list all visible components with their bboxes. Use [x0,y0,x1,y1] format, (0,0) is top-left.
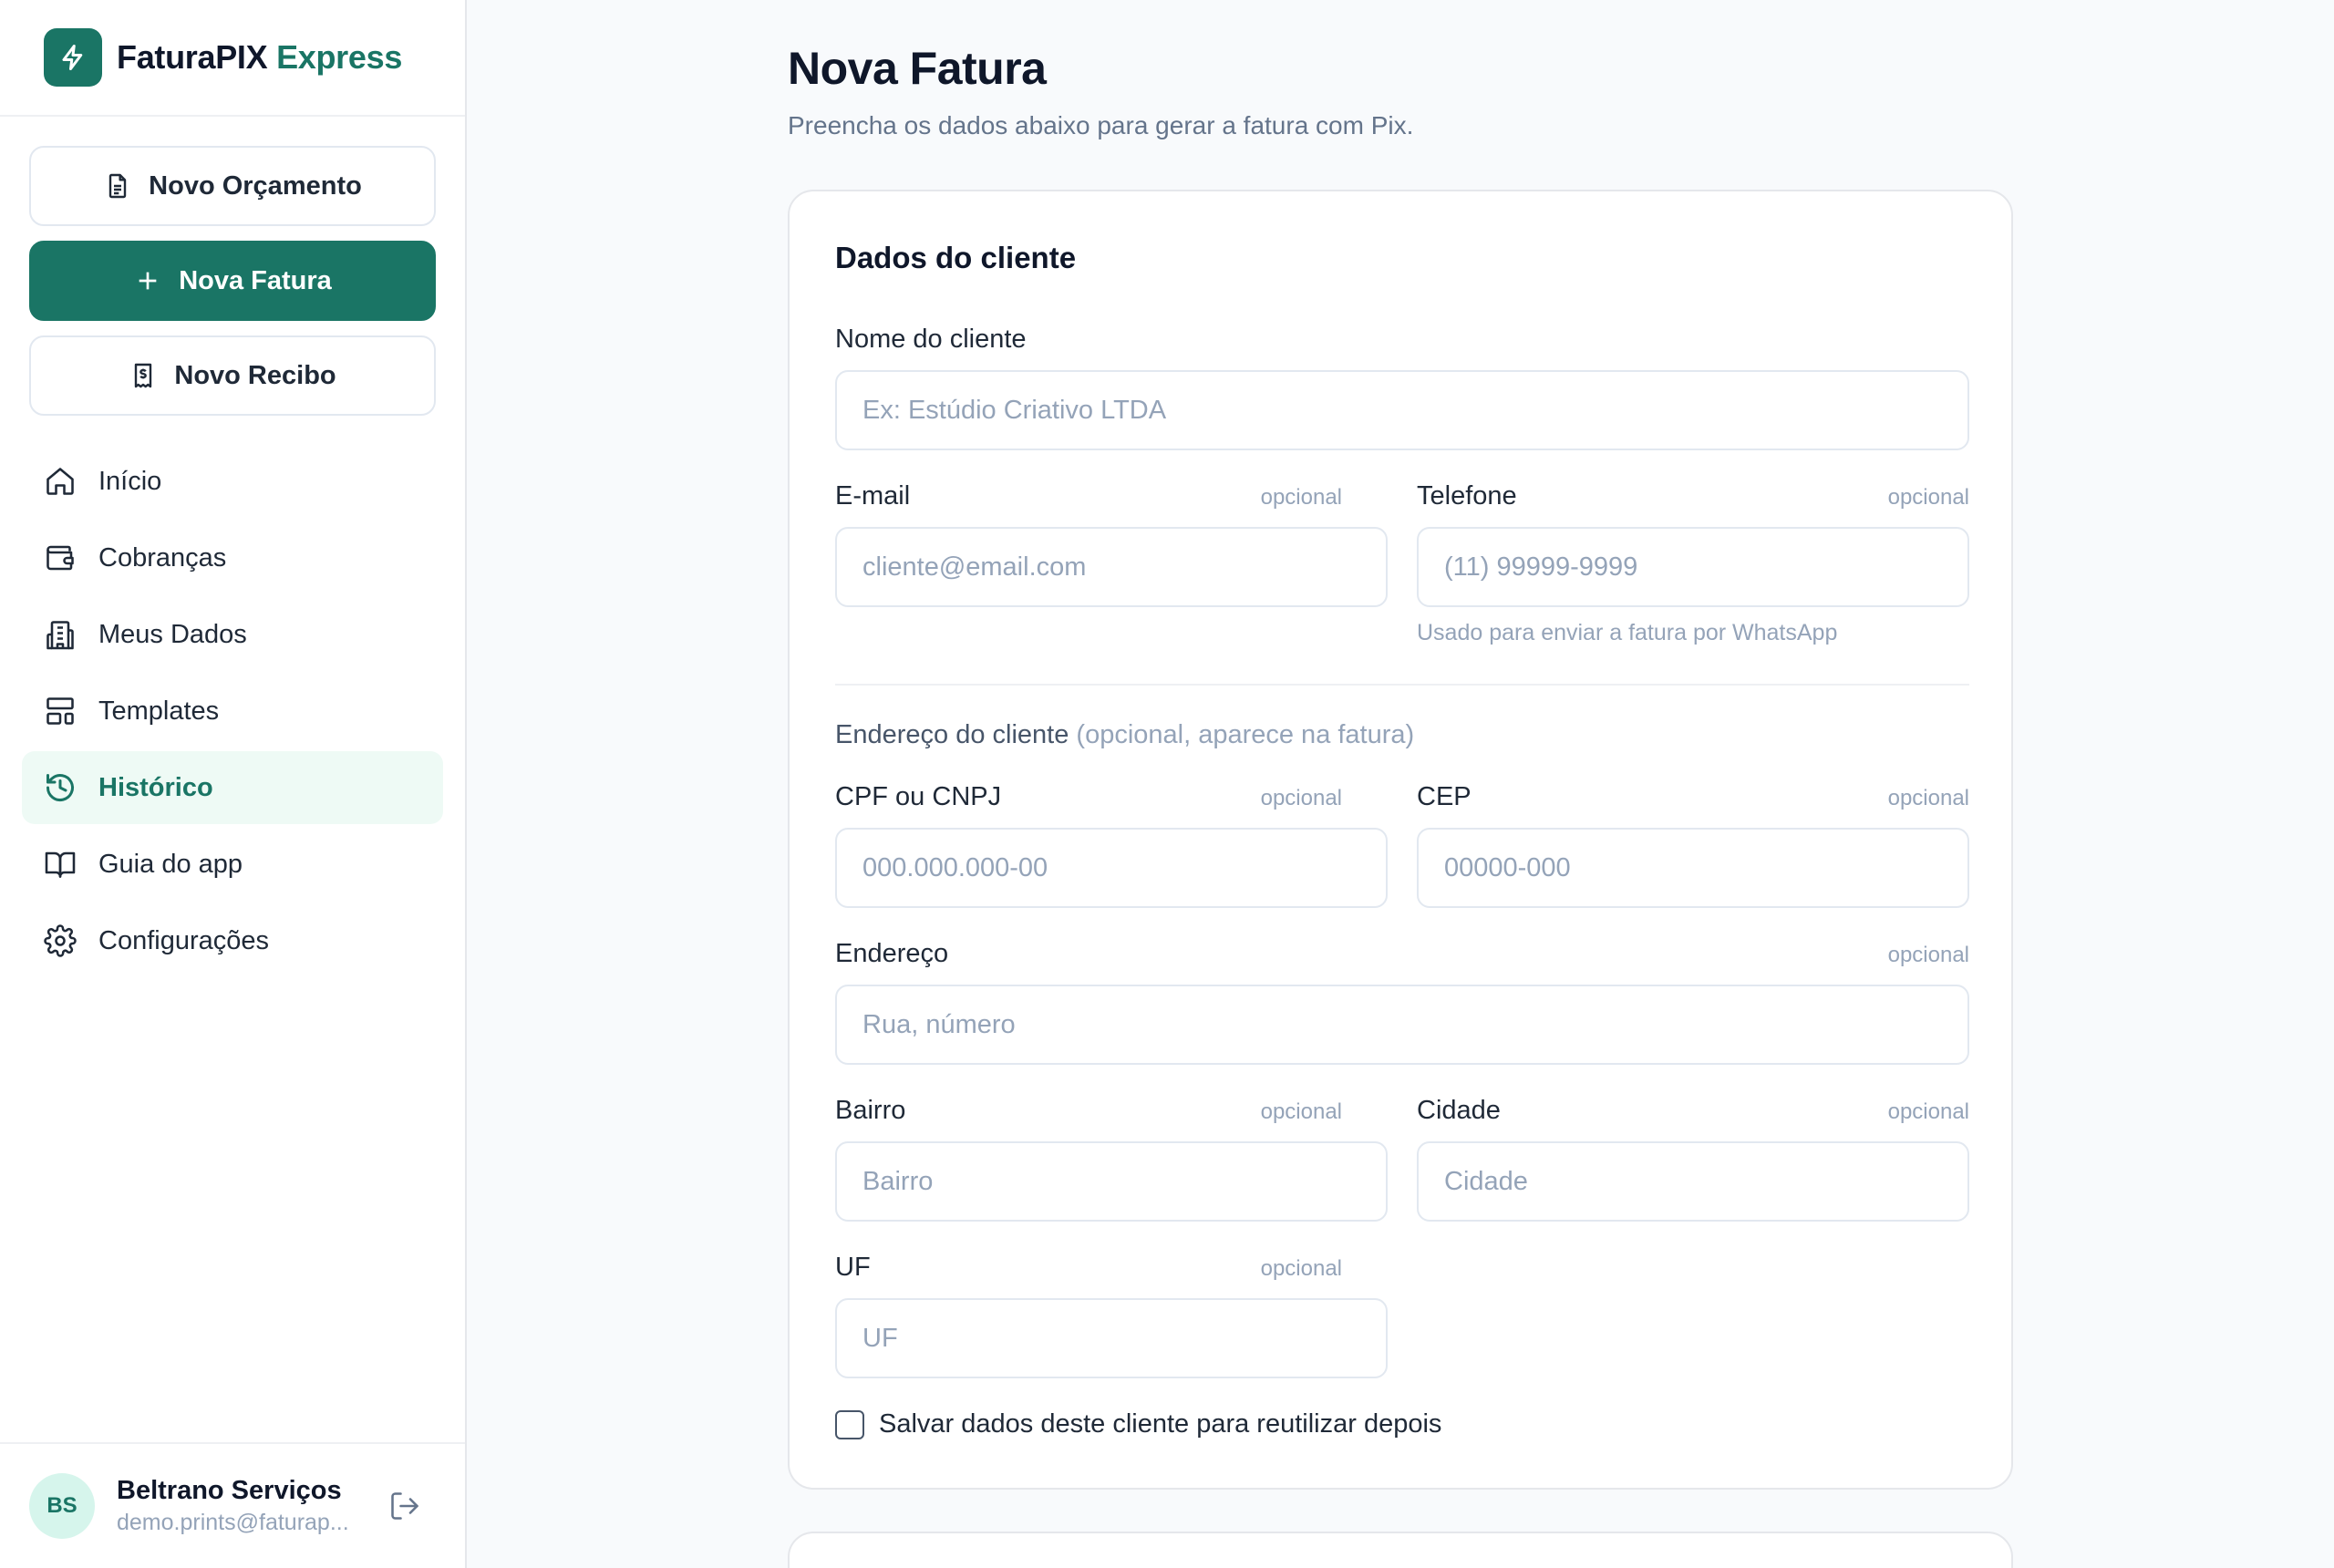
cep-label: CEP [1417,782,1472,811]
brand[interactable]: FaturaPIX Express [0,0,465,117]
client-name-label: Nome do cliente [835,325,1027,354]
address-section-title: Endereço do cliente (opcional, aparece n… [835,720,1414,750]
nav-item-guia[interactable]: Guia do app [22,828,443,901]
cep-optional-tag: opcional [1887,786,1969,810]
phone-label: Telefone [1417,481,1517,511]
state-label: UF [835,1253,871,1282]
city-optional-tag: opcional [1887,1099,1969,1124]
district-optional-tag: opcional [1260,1099,1342,1124]
nav-label: Início [98,466,162,496]
nav-label: Templates [98,696,220,726]
phone-optional-tag: opcional [1887,485,1969,510]
divider [835,684,1969,686]
email-label: E-mail [835,481,911,511]
nav-item-templates[interactable]: Templates [22,675,443,748]
building-icon [44,618,77,651]
new-quote-label: Novo Orçamento [149,170,362,201]
brand-name-main: FaturaPIX [117,38,268,76]
book-icon [44,848,77,881]
page-title: Nova Fatura [788,43,1047,94]
email-field[interactable] [835,527,1388,607]
brand-name: FaturaPIX Express [117,38,402,77]
user-name: Beltrano Serviços [117,1476,342,1505]
user-info: Beltrano Serviços demo.prints@faturap... [117,1476,354,1536]
home-icon [44,465,77,498]
client-data-card: Dados do cliente Nome do cliente E-mail … [788,190,2013,1490]
sidebar: FaturaPIX Express Novo Orçamento Nova Fa… [0,0,467,1568]
district-field[interactable] [835,1141,1388,1222]
cpf-label: CPF ou CNPJ [835,782,1002,811]
nav-item-inicio[interactable]: Início [22,445,443,518]
nav-item-meus-dados[interactable]: Meus Dados [22,598,443,671]
state-field[interactable] [835,1298,1388,1378]
client-name-input[interactable] [835,370,1969,450]
city-label: Cidade [1417,1096,1501,1125]
nav-label: Histórico [98,772,213,802]
avatar[interactable]: BS [29,1473,95,1539]
save-client-checkbox[interactable] [835,1409,864,1439]
nav-item-cobrancas[interactable]: Cobranças [22,521,443,594]
address-section-title-text: Endereço do cliente [835,720,1069,749]
brand-name-accent: Express [276,38,403,76]
nav-label: Cobranças [98,542,227,573]
receipt-icon [129,361,158,390]
nav-label: Meus Dados [98,619,247,649]
section-title: Dados do cliente [835,241,1077,274]
district-label: Bairro [835,1096,906,1125]
plus-icon [133,266,162,295]
lightning-bolt-icon [44,28,102,87]
new-invoice-label: Nova Fatura [179,265,332,295]
address-label: Endereço [835,939,949,968]
new-invoice-button[interactable]: Nova Fatura [29,241,436,321]
new-receipt-label: Novo Recibo [174,360,336,390]
new-quote-button[interactable]: Novo Orçamento [29,146,436,226]
nav-label: Guia do app [98,849,243,879]
user-profile: BS Beltrano Serviços demo.prints@faturap… [0,1442,465,1568]
address-optional-tag: opcional [1887,943,1969,967]
wallet-icon [44,542,77,574]
logout-icon[interactable] [388,1490,421,1522]
cpf-cnpj-field[interactable] [835,828,1388,908]
phone-hint: Usado para enviar a fatura por WhatsApp [1417,620,1838,645]
save-client-row[interactable]: Salvar dados deste cliente para reutiliz… [835,1409,1441,1439]
document-icon [103,171,132,201]
new-receipt-button[interactable]: Novo Recibo [29,335,436,416]
phone-field[interactable] [1417,527,1969,607]
nav-label: Configurações [98,925,269,955]
history-icon [44,771,77,804]
city-field[interactable] [1417,1141,1969,1222]
nav-item-historico[interactable]: Histórico [22,751,443,824]
cep-field[interactable] [1417,828,1969,908]
address-section-note: (opcional, aparece na fatura) [1076,720,1415,749]
nav-item-configuracoes[interactable]: Configurações [22,904,443,977]
state-optional-tag: opcional [1260,1256,1342,1281]
next-section-card [788,1532,2013,1568]
email-optional-tag: opcional [1260,485,1342,510]
user-email: demo.prints@faturap... [117,1510,349,1535]
gear-icon [44,924,77,957]
page-subtitle: Preencha os dados abaixo para gerar a fa… [788,111,1414,139]
cpf-optional-tag: opcional [1260,786,1342,810]
address-field[interactable] [835,985,1969,1065]
save-client-label: Salvar dados deste cliente para reutiliz… [879,1409,1442,1439]
layout-icon [44,695,77,727]
